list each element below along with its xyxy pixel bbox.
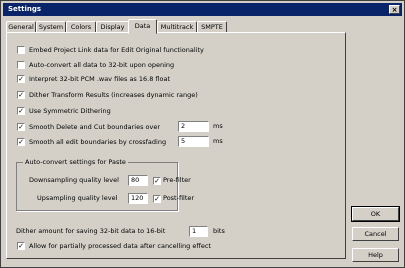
option-label: Allow for partially processed data after…: [29, 242, 211, 250]
option-label: Use Symmetric Dithering: [29, 107, 111, 115]
smooth-edit-unit: ms: [213, 137, 223, 145]
dither-amount-unit: bits: [213, 227, 225, 235]
dither-amount-input[interactable]: 1: [189, 226, 208, 237]
help-button[interactable]: Help: [352, 248, 399, 262]
pre-filter-checkbox[interactable]: ✓: [153, 177, 161, 185]
upsampling-quality-input[interactable]: 120: [128, 193, 148, 204]
window-title: Settings: [8, 5, 42, 13]
paste-auto-convert-group: Auto-convert settings for Paste Downsamp…: [16, 158, 194, 211]
option-label: Dither Transform Results (increases dyna…: [29, 91, 198, 99]
auto-convert-checkbox[interactable]: [17, 61, 25, 69]
option-label: Embed Project Link data for Edit Origina…: [29, 46, 204, 54]
smooth-delete-ms-input[interactable]: 2: [178, 121, 209, 132]
option-label: Auto-convert all data to 32-bit upon ope…: [29, 61, 175, 69]
post-filter-label: Post-filter: [163, 194, 195, 202]
downsampling-quality-input[interactable]: 80: [128, 175, 148, 186]
smooth-delete-checkbox[interactable]: ✓: [17, 123, 25, 131]
upsampling-label: Upsampling quality level: [37, 194, 118, 202]
dither-amount-label: Dither amount for saving 32-bit data to …: [16, 227, 166, 235]
partial-processed-checkbox[interactable]: ✓: [17, 242, 25, 250]
close-button[interactable]: ×: [389, 5, 400, 14]
smooth-delete-unit: ms: [213, 122, 223, 130]
title-bar[interactable]: Settings ×: [3, 3, 402, 16]
tab-data[interactable]: Data: [128, 19, 157, 34]
group-title: Auto-convert settings for Paste: [23, 158, 128, 167]
post-filter-checkbox[interactable]: ✓: [153, 195, 161, 203]
cancel-button[interactable]: Cancel: [352, 227, 399, 241]
dither-transform-checkbox[interactable]: ✓: [17, 91, 25, 99]
ok-button[interactable]: OK: [351, 206, 400, 222]
settings-dialog: Settings × General System Colors Display…: [0, 0, 405, 268]
smooth-edit-ms-input[interactable]: 5: [178, 136, 209, 147]
symmetric-dithering-checkbox[interactable]: ✓: [17, 107, 25, 115]
option-label: Smooth all edit boundaries by crossfadin…: [29, 138, 167, 146]
option-label: Smooth Delete and Cut boundaries over: [29, 123, 161, 131]
pre-filter-label: Pre-filter: [163, 176, 191, 184]
downsampling-label: Downsampling quality level: [29, 176, 119, 184]
option-label: Interpret 32-bit PCM .wav files as 16.8 …: [29, 75, 171, 83]
embed-project-link-checkbox[interactable]: [17, 46, 25, 54]
interpret-pcm-checkbox[interactable]: ✓: [17, 75, 25, 83]
smooth-edit-checkbox[interactable]: ✓: [17, 138, 25, 146]
